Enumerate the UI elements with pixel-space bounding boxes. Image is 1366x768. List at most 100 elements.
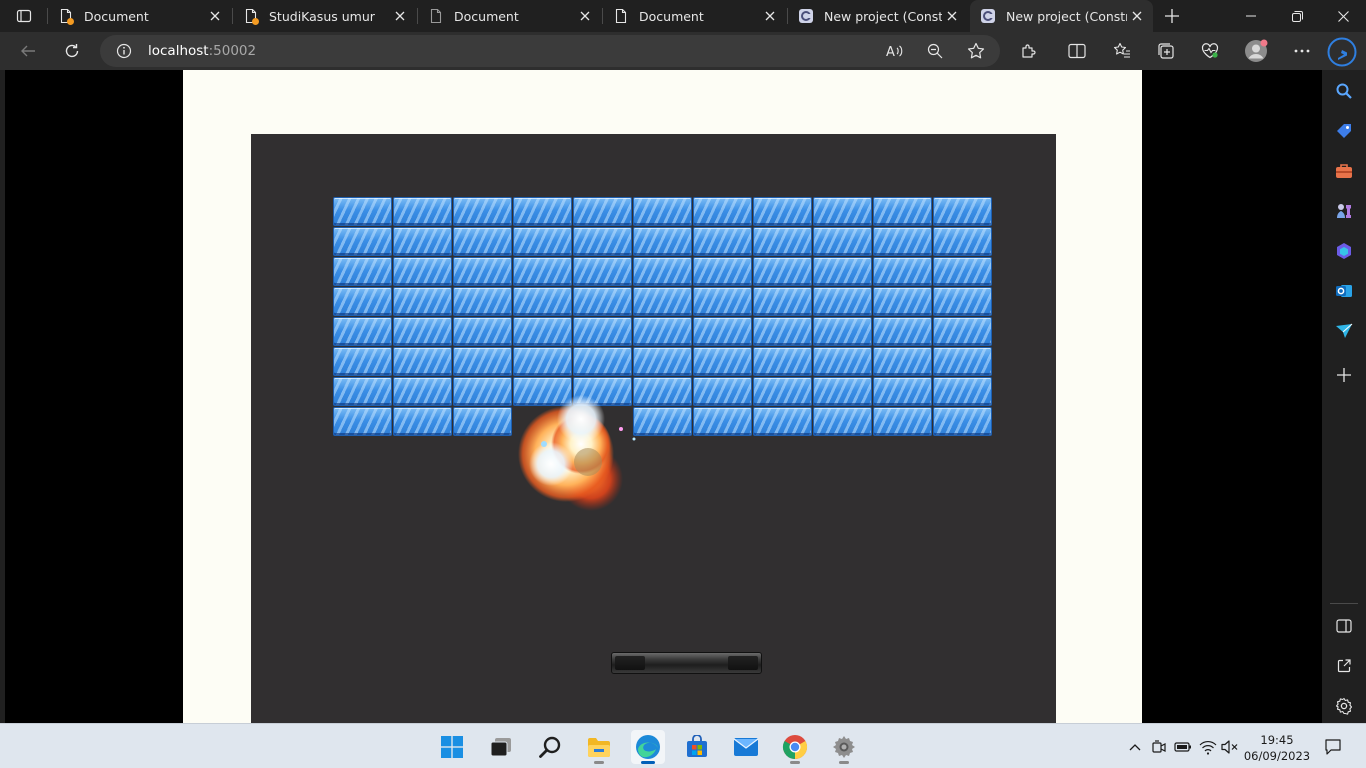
- close-window-button[interactable]: [1320, 0, 1366, 32]
- brick: [513, 377, 572, 406]
- sidebar-games-button[interactable]: [1330, 197, 1358, 225]
- brick: [753, 377, 812, 406]
- brick: [393, 407, 452, 436]
- brick: [453, 407, 512, 436]
- show-hidden-icons-button[interactable]: [1125, 737, 1145, 757]
- profile-button[interactable]: [1242, 37, 1270, 65]
- read-aloud-button[interactable]: A: [882, 38, 908, 64]
- sidebar-settings-button[interactable]: [1330, 692, 1358, 720]
- refresh-button[interactable]: [58, 37, 86, 65]
- store-button[interactable]: [680, 730, 714, 764]
- brick: [873, 257, 932, 286]
- brick: [453, 287, 512, 316]
- brick: [573, 257, 632, 286]
- url-port: :50002: [208, 43, 257, 59]
- brick: [513, 227, 572, 256]
- page-body: [183, 70, 1142, 723]
- settings-and-more-button[interactable]: [1288, 37, 1316, 65]
- brick: [873, 347, 932, 376]
- tab-construct-1[interactable]: New project (Construct 3): [788, 0, 968, 32]
- sidebar-add-button[interactable]: [1330, 361, 1358, 389]
- address-bar[interactable]: localhost:50002 A: [100, 35, 1000, 67]
- tab-studikasus[interactable]: StudiKasus umur: [233, 0, 416, 32]
- tray-app-button[interactable]: [1149, 737, 1169, 757]
- brick: [873, 287, 932, 316]
- tab-document-3[interactable]: Document: [603, 0, 786, 32]
- sidebar-tools-button[interactable]: [1330, 157, 1358, 185]
- brick: [573, 347, 632, 376]
- document-icon: [428, 8, 444, 24]
- plus-icon: [1165, 9, 1179, 23]
- battery-icon: [1174, 742, 1191, 752]
- sidebar-search-button[interactable]: [1330, 77, 1358, 105]
- open-in-window-button[interactable]: [1330, 652, 1358, 680]
- brick: [333, 287, 392, 316]
- split-screen-button[interactable]: [1063, 37, 1091, 65]
- clock-time: 19:45: [1260, 733, 1294, 747]
- close-tab-button[interactable]: [760, 6, 780, 26]
- sidebar-drop-button[interactable]: [1330, 317, 1358, 345]
- paddle: [611, 652, 762, 674]
- hide-sidebar-button[interactable]: [1330, 612, 1358, 640]
- sidebar-shopping-button[interactable]: [1330, 117, 1358, 145]
- bing-copilot-button[interactable]: [1326, 36, 1358, 68]
- chrome-icon: [782, 735, 808, 759]
- battery-indicator[interactable]: [1173, 737, 1193, 757]
- brick: [933, 287, 992, 316]
- notifications-button[interactable]: [1323, 737, 1343, 757]
- close-tab-button[interactable]: [390, 6, 410, 26]
- tab-title: New project (Construct 3): [824, 8, 942, 24]
- new-tab-button[interactable]: [1160, 4, 1184, 28]
- tab-construct-2[interactable]: New project (Construct 3): [970, 0, 1153, 32]
- close-icon: [210, 11, 220, 21]
- close-icon: [580, 11, 590, 21]
- browser-viewport: [5, 70, 1322, 723]
- brick: [873, 377, 932, 406]
- brick: [693, 317, 752, 346]
- tab-document-1[interactable]: Document: [48, 0, 231, 32]
- volume-indicator[interactable]: [1220, 737, 1240, 757]
- brick: [513, 197, 572, 226]
- close-tab-button[interactable]: [205, 6, 225, 26]
- chrome-button[interactable]: [778, 730, 812, 764]
- store-icon: [687, 735, 707, 757]
- search-button[interactable]: [533, 730, 567, 764]
- start-button[interactable]: [435, 730, 469, 764]
- brick: [453, 197, 512, 226]
- tag-icon: [1337, 124, 1351, 138]
- sidebar-outlook-button[interactable]: [1330, 277, 1358, 305]
- extensions-button[interactable]: [1015, 37, 1043, 65]
- brick: [753, 287, 812, 316]
- browser-essentials-button[interactable]: [1196, 37, 1224, 65]
- task-view-button[interactable]: [484, 730, 518, 764]
- site-info-icon[interactable]: [116, 43, 132, 59]
- game-canvas[interactable]: [251, 134, 1056, 723]
- close-tab-button[interactable]: [1127, 6, 1147, 26]
- restore-button[interactable]: [1274, 0, 1320, 32]
- tab-document-2[interactable]: Document: [418, 0, 601, 32]
- svg-text:A: A: [886, 45, 895, 59]
- file-explorer-button[interactable]: [582, 730, 616, 764]
- network-indicator[interactable]: [1198, 737, 1218, 757]
- refresh-icon: [65, 44, 79, 58]
- mail-button[interactable]: [729, 730, 763, 764]
- edge-taskbar-button[interactable]: [631, 730, 665, 764]
- system-clock[interactable]: 19:45 06/09/2023: [1242, 732, 1312, 764]
- minimize-button[interactable]: [1228, 0, 1274, 32]
- settings-app-button[interactable]: [827, 730, 861, 764]
- split-panel-icon: [1336, 619, 1352, 633]
- brick: [693, 377, 752, 406]
- tab-actions-button[interactable]: [8, 4, 40, 28]
- collections-button[interactable]: [1152, 37, 1180, 65]
- close-tab-button[interactable]: [575, 6, 595, 26]
- folder-icon: [588, 738, 610, 757]
- brick: [333, 197, 392, 226]
- favorite-button[interactable]: [963, 38, 989, 64]
- favorites-button[interactable]: [1108, 37, 1136, 65]
- zoom-button[interactable]: [922, 38, 948, 64]
- brick: [393, 377, 452, 406]
- back-button[interactable]: [14, 37, 42, 65]
- sidebar-office-button[interactable]: [1330, 237, 1358, 265]
- close-tab-button[interactable]: [942, 6, 962, 26]
- close-icon: [395, 11, 405, 21]
